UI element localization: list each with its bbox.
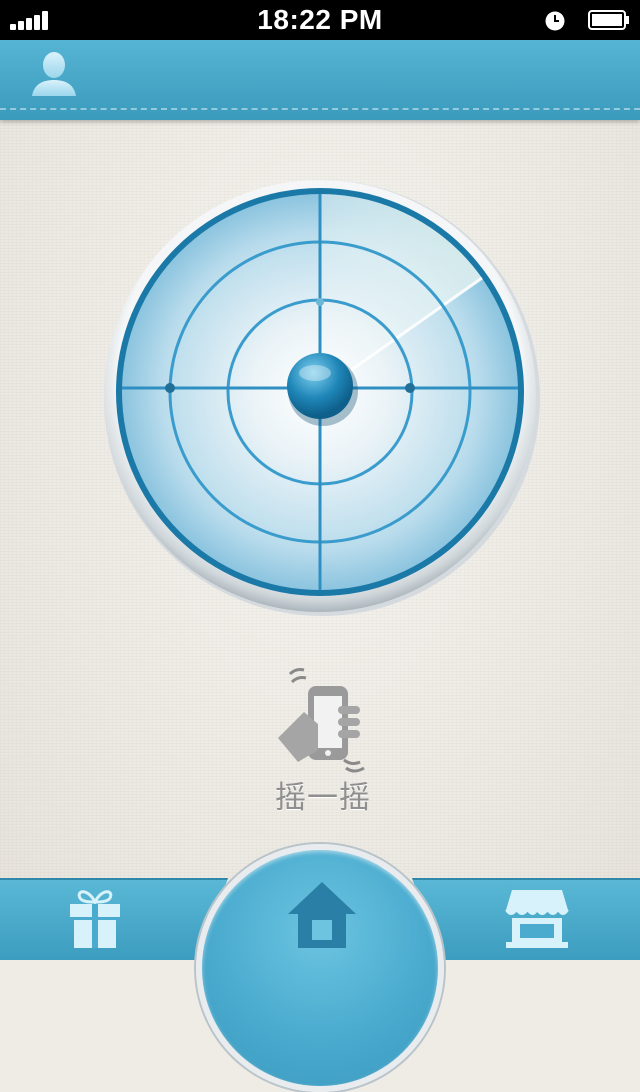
gift-icon[interactable] [66, 886, 124, 950]
radar-scope[interactable] [100, 176, 540, 616]
phone-shake-icon [278, 668, 365, 773]
alarm-clock-icon [545, 11, 565, 31]
status-bar: 18:22 PM [0, 0, 640, 40]
store-icon[interactable] [504, 888, 570, 950]
radar-center-knob [287, 353, 353, 419]
user-profile-icon[interactable] [28, 48, 80, 100]
shake-label: 摇一摇 [275, 780, 371, 816]
header-bar [0, 40, 640, 120]
home-icon [288, 882, 356, 948]
home-button[interactable] [196, 844, 444, 1092]
battery-full-icon [588, 10, 629, 30]
